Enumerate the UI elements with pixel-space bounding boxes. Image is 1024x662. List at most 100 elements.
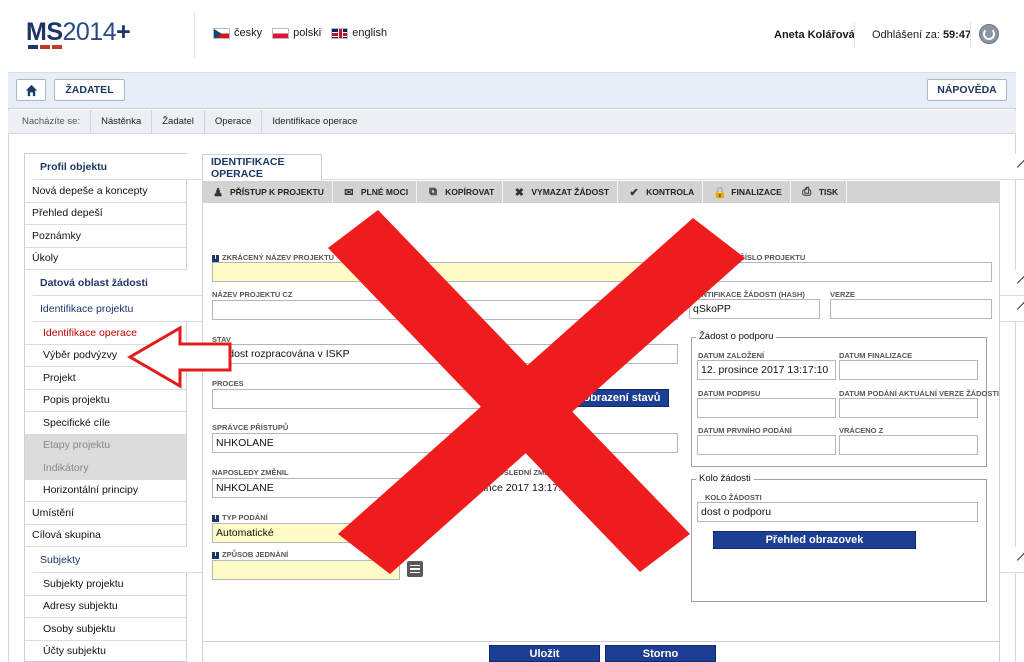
reg-number-label: AČNÍ ČÍSLO PROJEKTU bbox=[719, 253, 806, 262]
finalize-button[interactable]: 🔒 FINALIZACE bbox=[703, 181, 791, 203]
name-cz-label: NÁZEV PROJEKTU CZ bbox=[212, 290, 293, 299]
breadcrumb: Nacházíte se: Nástěnka Žadatel Operace I… bbox=[8, 109, 1016, 134]
sidebar-item-poznamky[interactable]: Poznámky bbox=[25, 225, 186, 248]
zadatel-button[interactable]: ŽADATEL bbox=[54, 79, 125, 101]
process-field bbox=[212, 389, 572, 409]
returned-label: VRÁCENO Z bbox=[839, 426, 884, 435]
list-icon[interactable] bbox=[407, 561, 423, 577]
sidebar-item-popis-projektu[interactable]: Popis projektu bbox=[25, 390, 186, 412]
check-button[interactable]: ✔ KONTROLA bbox=[618, 181, 704, 203]
created-date-label: DATUM ZALOŽENÍ bbox=[698, 351, 765, 360]
lang-en[interactable]: english bbox=[331, 27, 387, 39]
sidebar-item-adresy-subjektu[interactable]: Adresy subjektu bbox=[25, 596, 186, 618]
save-button[interactable]: Uložit bbox=[489, 645, 600, 662]
sidebar-item-nova-depese[interactable]: Nová depeše a koncepty bbox=[25, 180, 186, 203]
delete-icon: ✖ bbox=[514, 186, 524, 199]
reg-number-field bbox=[689, 262, 992, 282]
lang-cs[interactable]: česky bbox=[213, 27, 262, 39]
pl-flag-icon bbox=[272, 27, 290, 39]
sidebar-item-umisteni[interactable]: Umístění bbox=[25, 502, 186, 525]
chevron-up-icon bbox=[1016, 301, 1024, 317]
sidebar-item-indikatory: Indikátory bbox=[25, 457, 186, 480]
breadcrumb-item[interactable]: Operace bbox=[203, 109, 261, 134]
submit-type-select[interactable]: Automatické bbox=[212, 523, 392, 543]
user-name: Aneta Kolářová bbox=[774, 29, 855, 41]
sidebar-item-identifikace-operace[interactable]: Identifikace operace bbox=[25, 322, 186, 345]
logout-time: 59:47 bbox=[942, 29, 972, 41]
short-name-label: i ZKRÁCENÝ NÁZEV PROJEKTU bbox=[212, 253, 334, 262]
power-icon[interactable] bbox=[979, 24, 999, 44]
envelope-icon: ✉ bbox=[344, 186, 354, 199]
last-changed-field: NHKOLANE bbox=[212, 478, 412, 498]
process-label: PROCES bbox=[212, 379, 244, 388]
logout-timer: Odhlášení za: 59:47 bbox=[872, 29, 972, 41]
tab-identifikace-operace[interactable]: IDENTIFIKACE OPERACE bbox=[202, 154, 322, 181]
short-name-input[interactable] bbox=[212, 262, 678, 282]
app-header: MS2014+ česky polski english Aneta Kolář… bbox=[8, 0, 1016, 73]
last-submit-date-label: DATUM PODÁNÍ AKTUÁLNÍ VERZE ŽÁDOSTI bbox=[839, 389, 999, 398]
last-change-date-label: POSLEDNÍ ZMĚNY bbox=[493, 468, 560, 477]
sidebar-item-ucty-subjektu[interactable]: Účty subjektu bbox=[25, 641, 186, 662]
round-label: KOLO ŽÁDOSTI bbox=[705, 493, 762, 502]
sidebar-item-projekt[interactable]: Projekt bbox=[25, 367, 186, 390]
hash-label: IDENTIFIKACE ŽÁDOSTI (HASH) bbox=[689, 290, 805, 299]
round-field: dost o podporu bbox=[697, 502, 978, 522]
signed-date-field bbox=[697, 398, 836, 418]
check-icon: ✔ bbox=[629, 186, 639, 199]
name-cz-input[interactable] bbox=[212, 300, 678, 320]
method-input[interactable] bbox=[212, 560, 400, 580]
support-group-title: Žádost o podporu bbox=[696, 331, 777, 342]
chevron-up-icon bbox=[1016, 159, 1024, 175]
version-field bbox=[830, 299, 992, 319]
power-of-attorney-button[interactable]: ✉ PLNÉ MOCI bbox=[333, 181, 418, 203]
gb-flag-icon bbox=[331, 27, 349, 39]
status-field: Žádost rozpracována v ISKP bbox=[212, 344, 678, 364]
sidebar-item-subjekty-projektu[interactable]: Subjekty projektu bbox=[25, 573, 186, 596]
help-button[interactable]: NÁPOVĚDA bbox=[927, 79, 1007, 101]
access-admin-field: NHKOLANE bbox=[212, 433, 678, 453]
method-label: i ZPŮSOB JEDNÁNÍ bbox=[212, 550, 288, 559]
sidebar-item-etapy-projektu: Etapy projektu bbox=[25, 434, 186, 457]
created-date-field: 12. prosince 2017 13:17:10 bbox=[697, 360, 836, 380]
chevron-up-icon bbox=[1016, 552, 1024, 568]
sidebar-item-osoby-subjektu[interactable]: Osoby subjektu bbox=[25, 618, 186, 641]
print-button[interactable]: ⎙ TISK bbox=[791, 181, 848, 203]
app-logo[interactable]: MS2014+ bbox=[26, 18, 131, 47]
hash-field: qSkoPP bbox=[689, 299, 820, 319]
status-view-button[interactable]: obrazení stavů bbox=[575, 389, 669, 407]
sidebar-item-prehled-depesi[interactable]: Přehled depeší bbox=[25, 203, 186, 225]
last-change-date-field: rosince 2017 13:17:12 bbox=[465, 478, 678, 498]
access-admin-label: SPRÁVCE PŘÍSTUPŮ bbox=[212, 423, 289, 432]
submit-type-label: i TYP PODÁNÍ bbox=[212, 513, 268, 522]
screens-overview-button[interactable]: Přehled obrazovek bbox=[713, 531, 916, 549]
breadcrumb-label: Nacházíte se: bbox=[22, 116, 81, 127]
home-button[interactable] bbox=[16, 79, 46, 101]
home-icon bbox=[25, 84, 37, 96]
delete-request-button[interactable]: ✖ VYMAZAT ŽÁDOST bbox=[503, 181, 619, 203]
sidebar-item-specificke-cile[interactable]: Specifické cíle bbox=[25, 412, 186, 435]
lock-icon: 🔒 bbox=[713, 186, 727, 199]
version-label: VERZE bbox=[830, 290, 856, 299]
lang-pl[interactable]: polski bbox=[272, 27, 321, 39]
sidebar-item-horizontalni-principy[interactable]: Horizontální principy bbox=[25, 480, 186, 502]
sidebar-item-ukoly[interactable]: Úkoly bbox=[25, 248, 186, 270]
chevron-up-icon bbox=[1016, 275, 1024, 291]
breadcrumb-item[interactable]: Žadatel bbox=[151, 109, 204, 134]
sidebar-header-profil[interactable]: Profil objektu bbox=[33, 154, 1024, 180]
language-switcher: česky polski english bbox=[213, 27, 387, 39]
printer-icon: ⎙ bbox=[802, 185, 812, 198]
breadcrumb-current: Identifikace operace bbox=[261, 109, 367, 134]
round-group-title: Kolo žádosti bbox=[696, 473, 754, 484]
access-project-button[interactable]: ♟ PŘÍSTUP K PROJEKTU bbox=[202, 181, 333, 203]
sidebar-item-cilova-skupina[interactable]: Cílová skupina bbox=[25, 525, 186, 547]
last-changed-label: NAPOSLEDY ZMĚNIL bbox=[212, 468, 289, 477]
finalized-date-label: DATUM FINALIZACE bbox=[839, 351, 913, 360]
sidebar-item-vyber-podvyzvy[interactable]: Výběr podvýzvy bbox=[25, 345, 186, 367]
cancel-button[interactable]: Storno bbox=[605, 645, 716, 662]
finalized-date-field bbox=[839, 360, 978, 380]
last-submit-date-field bbox=[839, 398, 978, 418]
first-submit-date-field bbox=[697, 435, 836, 455]
breadcrumb-item[interactable]: Nástěnka bbox=[90, 109, 151, 134]
copy-button[interactable]: ⧉ KOPÍROVAT bbox=[417, 181, 504, 203]
first-submit-date-label: DATUM PRVNÍHO PODÁNÍ bbox=[698, 426, 792, 435]
